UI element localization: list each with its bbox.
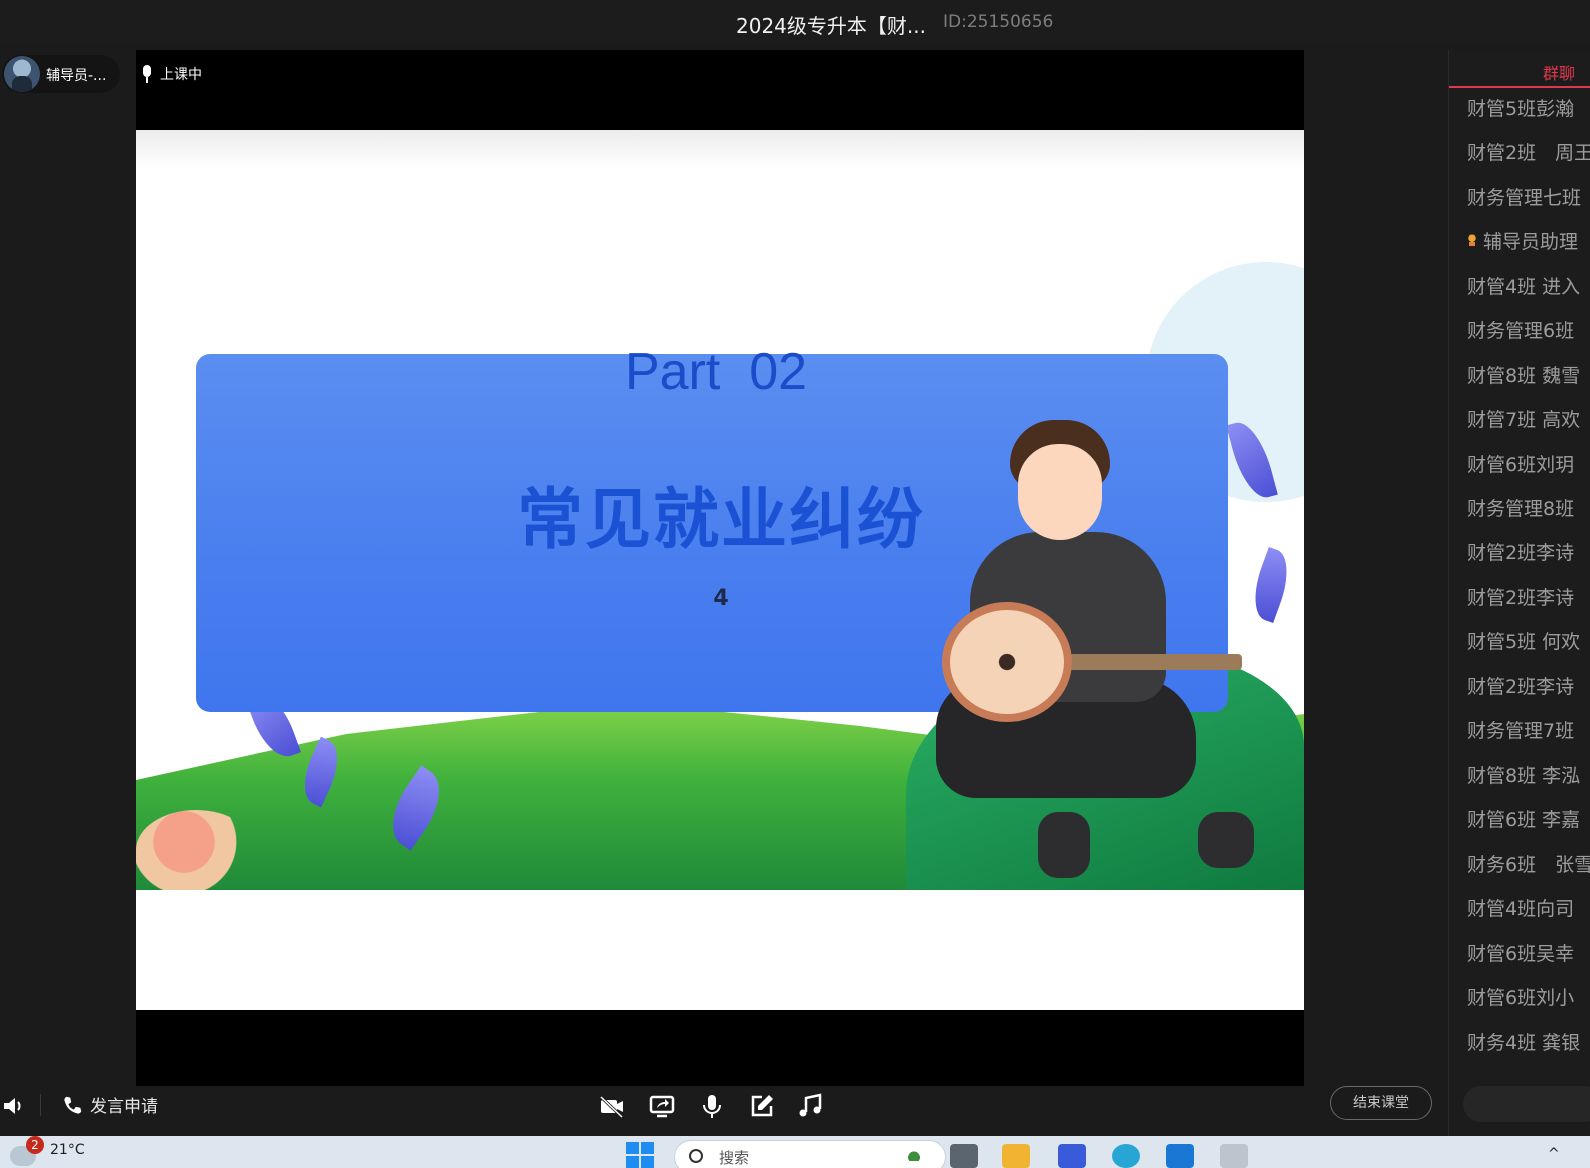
chat-message: 财务管理七班 <box>1467 186 1582 209</box>
chat-message: 财务6班 张雪 <box>1467 853 1590 876</box>
title-bar: 2024级专升本【财... ID:25150656 <box>0 0 1590 46</box>
taskbar-app-icon[interactable] <box>1166 1144 1194 1168</box>
chat-message: 财管2班李诗 <box>1467 675 1575 698</box>
control-bar: 发言申请 结束课堂 <box>0 1086 1448 1136</box>
chat-panel: 群聊 财管5班彭瀚 财管2班 周王 财务管理七班 辅导员助理 财管4班 进入 财… <box>1448 50 1590 1136</box>
presentation-slide: Part 02 常见就业纠纷 4 <box>136 130 1304 1010</box>
chat-message: 财管6班 李嘉 <box>1467 808 1581 831</box>
microphone-status-icon <box>140 64 154 84</box>
camera-off-icon[interactable] <box>598 1092 626 1120</box>
video-stage: 上课中 Part 02 常见就业纠纷 4 <box>136 50 1304 1090</box>
windows-start-icon[interactable] <box>626 1142 656 1168</box>
edge-browser-icon[interactable] <box>1112 1144 1140 1168</box>
room-id: ID:25150656 <box>943 12 1054 32</box>
taskbar-app-icon[interactable] <box>1058 1144 1086 1168</box>
chat-message: 财管6班刘小 <box>1467 986 1575 1009</box>
class-status-label: 上课中 <box>160 67 202 83</box>
chat-message: 财管2班李诗 <box>1467 586 1575 609</box>
chat-message: 财务管理8班 <box>1467 497 1575 520</box>
search-icon <box>689 1149 703 1163</box>
chat-message: 财管6班刘玥 <box>1467 453 1575 476</box>
screen-share-icon[interactable] <box>648 1092 676 1120</box>
guitar-icon <box>942 602 1072 722</box>
chat-message: 财管8班 李泓 <box>1467 764 1581 787</box>
search-highlight-icon <box>901 1143 927 1161</box>
music-icon[interactable] <box>796 1092 824 1120</box>
part-label: Part 02 <box>624 343 808 401</box>
chat-message: 财管6班吴幸 <box>1467 942 1575 965</box>
chat-message: 财管2班李诗 <box>1467 541 1575 564</box>
search-placeholder: 搜索 <box>719 1149 750 1167</box>
app-window: 2024级专升本【财... ID:25150656 辅导员-... 上课中 Pa… <box>0 0 1590 1168</box>
chat-message: 财务管理7班 <box>1467 719 1575 742</box>
taskbar-app-icon[interactable] <box>1220 1144 1248 1168</box>
chat-message: 财务管理6班 <box>1467 319 1575 342</box>
window-title: 2024级专升本【财... <box>736 14 926 38</box>
end-class-button[interactable]: 结束课堂 <box>1330 1086 1432 1120</box>
class-status: 上课中 <box>140 64 202 84</box>
taskbar-app-icon[interactable] <box>950 1144 978 1168</box>
assistant-badge-icon <box>1467 234 1477 246</box>
chat-message: 财管5班彭瀚 <box>1467 97 1575 120</box>
chat-message: 财管2班 周王 <box>1467 141 1590 164</box>
chat-message: 财务4班 龚银 <box>1467 1031 1581 1054</box>
speaker-icon[interactable] <box>2 1094 26 1118</box>
divider <box>40 1094 41 1116</box>
phone-icon <box>64 1096 82 1114</box>
weather-temperature[interactable]: 21°C <box>50 1142 85 1158</box>
tab-group-chat[interactable]: 群聊 <box>1449 50 1590 88</box>
chat-message-list[interactable]: 财管5班彭瀚 财管2班 周王 财务管理七班 辅导员助理 财管4班 进入 财务管理… <box>1449 88 1590 1088</box>
chat-message: 财管5班 何欢 <box>1467 630 1581 653</box>
speak-request-button[interactable]: 发言申请 <box>90 1092 158 1117</box>
chevron-up-icon[interactable]: ^ <box>1548 1146 1560 1162</box>
guitarist-illustration <box>916 420 1256 890</box>
chat-message: 财管8班 魏雪 <box>1467 364 1581 387</box>
tab-group-chat-label: 群聊 <box>1543 64 1576 83</box>
chat-message: 财管4班向司 <box>1467 897 1575 920</box>
file-explorer-icon[interactable] <box>1002 1144 1030 1168</box>
chat-input[interactable] <box>1463 1086 1590 1122</box>
windows-taskbar: 2 21°C 搜索 ^ <box>0 1136 1590 1168</box>
host-chip[interactable]: 辅导员-... <box>2 55 120 93</box>
taskbar-search-input[interactable]: 搜索 <box>674 1140 946 1168</box>
edit-icon[interactable] <box>748 1092 776 1120</box>
notification-badge: 2 <box>26 1136 44 1154</box>
avatar <box>4 56 40 92</box>
microphone-icon[interactable] <box>698 1092 726 1120</box>
chat-message: 财管7班 高欢 <box>1467 408 1581 431</box>
host-name: 辅导员-... <box>46 68 107 84</box>
flower-illustration <box>136 810 256 890</box>
host-column <box>0 46 134 1086</box>
chat-message: 财管4班 进入 <box>1467 275 1581 298</box>
chat-message: 辅导员助理 <box>1467 225 1578 255</box>
